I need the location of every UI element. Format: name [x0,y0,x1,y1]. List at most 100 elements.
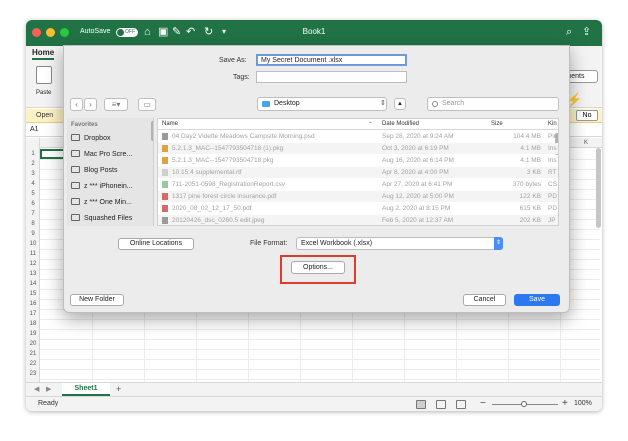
sidebar-item[interactable]: Dropbox [71,133,110,145]
row-header[interactable]: 1 [26,149,40,159]
column-kind[interactable]: Kin [548,121,557,127]
name-box[interactable]: A1 [30,126,39,133]
column-name[interactable]: Name [162,121,178,127]
row-header[interactable]: 2 [26,159,40,169]
file-name: 5.2.1.3_MAC--1547793504718 (1).pkg [172,145,284,152]
row-header[interactable]: 6 [26,199,40,209]
file-size: 615 KB [519,205,541,212]
file-icon [162,193,168,200]
file-row[interactable]: 2020_08_02_12_17_50.pdf Aug 2, 2020 at 8:… [158,203,558,214]
file-row[interactable]: 1317 pine forest circle insurance.pdf Aug… [158,191,558,202]
row-header[interactable]: 18 [26,319,40,329]
file-format-select[interactable]: Excel Workbook (.xlsx) ⇕ [296,237,503,250]
zoom-in-button[interactable]: + [562,398,568,409]
row-header[interactable]: 14 [26,279,40,289]
row-header[interactable]: 10 [26,239,40,249]
row-header[interactable]: 8 [26,219,40,229]
add-sheet-button[interactable]: + [116,384,121,394]
save-button[interactable]: Save [514,294,560,306]
file-size: 4.1 MB [520,157,541,164]
file-row[interactable]: 711-2051-0598_RegistrationReport.csv Apr … [158,179,558,190]
file-icon [162,145,168,152]
normal-view-icon[interactable] [416,400,426,409]
file-row[interactable]: 04 Day2 Vidette Meadows Campsite Morning… [158,131,558,142]
row-header[interactable]: 5 [26,189,40,199]
sort-indicator-icon: ⌃ [368,122,374,128]
back-button[interactable]: ‹ [70,98,83,111]
cancel-button[interactable]: Cancel [463,294,506,306]
file-name: 10.15.4 supplemental.rtf [172,169,242,176]
row-header[interactable]: 21 [26,349,40,359]
forward-button[interactable]: › [84,98,97,111]
no-button[interactable]: No [576,110,598,121]
zoom-out-button[interactable]: − [480,398,486,409]
expand-collapse-button[interactable]: ▲ [394,98,406,110]
sidebar-item[interactable]: Squashed Files [71,213,132,225]
sheet-bar: ◀ ▶ Sheet1 + [26,382,602,396]
column-date-modified[interactable]: Date Modified [382,121,419,127]
location-stepper-icon[interactable]: ⇕ [380,99,386,107]
sidebar-item[interactable]: Blog Posts [71,165,117,177]
folder-icon [262,101,270,107]
row-header[interactable]: 17 [26,309,40,319]
file-kind: PD [548,205,558,212]
share-icon[interactable]: ⇪ [582,26,591,38]
zoom-slider-handle[interactable] [521,401,527,407]
folder-icon [71,214,80,221]
sidebar-item[interactable]: Mac Pro Scre... [71,149,132,161]
online-locations-button[interactable]: Online Locations [118,238,194,250]
row-header[interactable]: 20 [26,339,40,349]
row-header[interactable]: 3 [26,169,40,179]
view-mode-icon[interactable]: ≡▾ [104,98,128,111]
file-row[interactable]: 20120426_dsc_0260.5 edit.jpeg Feb 5, 2020… [158,215,558,225]
row-header[interactable]: 9 [26,229,40,239]
location-label: Desktop [274,100,300,107]
file-kind: JP [548,217,556,224]
row-header[interactable]: 11 [26,249,40,259]
vertical-scrollbar[interactable] [596,148,601,228]
info-bar-text: Open [36,112,54,119]
save-as-label: Save As: [219,57,247,64]
tags-label: Tags: [233,74,250,81]
page-break-view-icon[interactable] [456,400,466,409]
paste-label[interactable]: Paste [36,90,51,96]
row-header[interactable]: 12 [26,259,40,269]
row-header[interactable]: 19 [26,329,40,339]
sidebar-scrollbar[interactable] [151,121,153,141]
sidebar-item[interactable]: z *** One Min... [71,197,132,209]
next-sheet-icon[interactable]: ▶ [46,385,51,393]
search-icon[interactable]: ⌕ [566,26,572,38]
file-row[interactable]: 5.2.1.3_MAC--1547793504718.pkg Aug 16, 20… [158,155,558,166]
sidebar-item-label: Mac Pro Scre... [84,151,133,158]
file-date: Sep 28, 2020 at 9:24 AM [382,133,454,140]
grid-row-line [40,379,600,380]
row-header[interactable]: 16 [26,299,40,309]
new-folder-button[interactable]: New Folder [70,294,124,306]
prev-sheet-icon[interactable]: ◀ [34,385,39,393]
column-size[interactable]: Size [491,121,503,127]
row-header[interactable]: 22 [26,359,40,369]
row-header[interactable]: 23 [26,369,40,379]
tags-field[interactable] [256,71,407,83]
location-popup[interactable]: Desktop [257,97,387,111]
new-folder-icon[interactable]: ▭ [138,98,156,111]
options-button[interactable]: Options... [291,261,345,274]
sheet-tab-sheet1[interactable]: Sheet1 [62,383,110,396]
sidebar-item[interactable]: z *** iPhonein... [71,181,133,193]
search-field[interactable]: Search [427,97,559,111]
paste-icon[interactable] [36,66,52,84]
sidebar: Favorites Dropbox Mac Pro Scre... Blog Pos… [67,118,154,226]
file-date: Oct 3, 2020 at 6:19 PM [382,145,449,152]
row-header[interactable]: 7 [26,209,40,219]
row-header[interactable]: 15 [26,289,40,299]
file-size: 122 KB [519,193,541,200]
file-name: 2020_08_02_12_17_50.pdf [172,205,252,212]
tab-home[interactable]: Home [32,48,55,60]
page-layout-view-icon[interactable] [436,400,446,409]
row-header[interactable]: 13 [26,269,40,279]
file-size: 370 bytes [512,181,541,188]
file-row[interactable]: 5.2.1.3_MAC--1547793504718 (1).pkg Oct 3,… [158,143,558,154]
save-as-field[interactable]: My Secret Document .xlsx [256,54,407,66]
row-header[interactable]: 4 [26,179,40,189]
file-row[interactable]: 10.15.4 supplemental.rtf Apr 8, 2020 at 4… [158,167,558,178]
